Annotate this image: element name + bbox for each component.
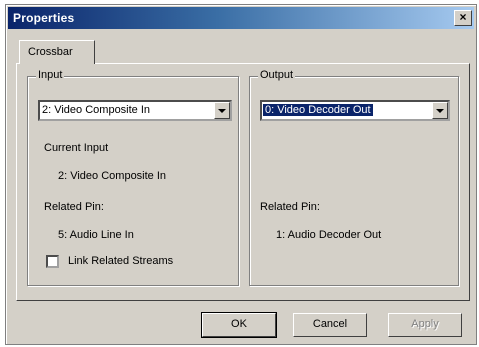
input-related-pin-label: Related Pin:	[44, 201, 104, 213]
output-select-value: 0: Video Decoder Out	[263, 104, 373, 116]
input-related-pin-value: 5: Audio Line In	[58, 229, 134, 241]
ok-button[interactable]: OK	[201, 312, 277, 338]
tab-label: Crossbar	[28, 46, 73, 58]
chevron-down-icon[interactable]	[214, 102, 230, 119]
chevron-down-icon[interactable]	[432, 102, 448, 119]
input-group: Input 2: Video Composite In Current Inpu…	[27, 69, 239, 286]
input-group-label: Input	[36, 69, 65, 81]
input-select-value: 2: Video Composite In	[42, 104, 151, 116]
title-bar[interactable]: Properties ×	[8, 7, 474, 29]
input-select[interactable]: 2: Video Composite In	[38, 100, 232, 121]
close-icon: ×	[459, 10, 467, 24]
apply-button[interactable]: Apply	[388, 313, 462, 337]
tab-crossbar[interactable]: Crossbar	[19, 40, 95, 64]
output-group-label: Output	[258, 69, 296, 81]
output-select[interactable]: 0: Video Decoder Out	[260, 100, 450, 121]
output-related-pin-label: Related Pin:	[260, 201, 320, 213]
window-title: Properties	[13, 11, 75, 25]
close-button[interactable]: ×	[454, 10, 472, 26]
output-related-pin-value: 1: Audio Decoder Out	[276, 229, 382, 241]
link-related-streams-checkbox[interactable]	[46, 255, 59, 268]
properties-dialog: Properties × Crossbar Input 2: Video Com…	[5, 4, 477, 345]
current-input-label: Current Input	[44, 142, 109, 154]
link-related-streams-label: Link Related Streams	[68, 255, 174, 267]
output-group: Output 0: Video Decoder Out Related Pin:…	[249, 69, 459, 286]
cancel-button[interactable]: Cancel	[293, 313, 367, 337]
crossbar-panel: Input 2: Video Composite In Current Inpu…	[16, 63, 470, 301]
current-input-value: 2: Video Composite In	[58, 170, 167, 182]
